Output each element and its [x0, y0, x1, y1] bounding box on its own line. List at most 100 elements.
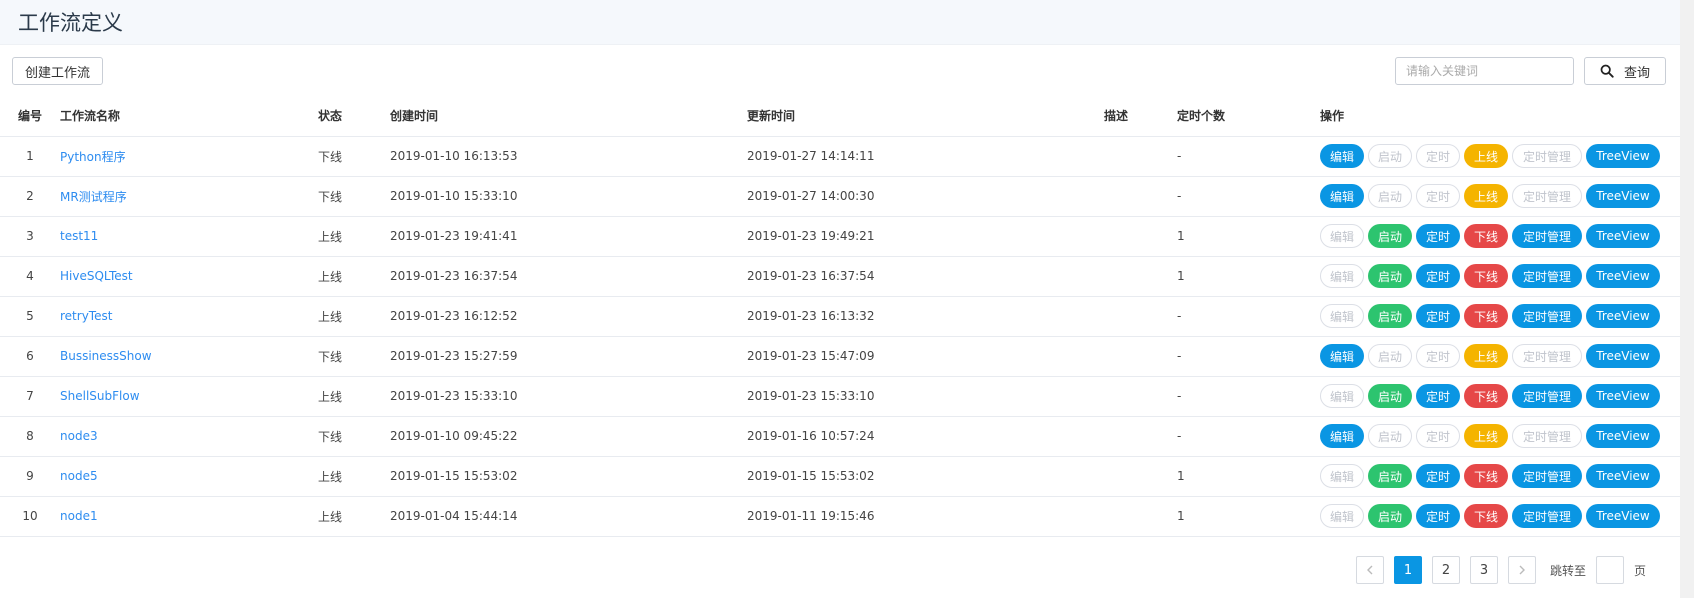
create-workflow-button[interactable]: 创建工作流: [12, 57, 104, 85]
tree-view-button[interactable]: TreeView: [1586, 224, 1660, 248]
cell-status: 上线: [318, 496, 390, 537]
table-row: 1 Python程序 下线 2019-01-10 16:13:53 2019-01-27…: [0, 136, 1680, 177]
timer-manage-button[interactable]: 定时管理: [1512, 184, 1582, 208]
timer-manage-button[interactable]: 定时管理: [1512, 304, 1582, 328]
online-button[interactable]: 上线: [1464, 144, 1508, 168]
timer-button[interactable]: 定时: [1416, 304, 1460, 328]
page-button-2[interactable]: 2: [1431, 556, 1460, 584]
column-header-id: 编号: [0, 96, 60, 137]
start-button[interactable]: 启动: [1368, 384, 1412, 408]
cell-created: 2019-01-04 15:44:14: [390, 496, 747, 537]
workflow-name-link[interactable]: retryTest: [60, 309, 112, 323]
offline-button[interactable]: 下线: [1464, 504, 1508, 528]
offline-button[interactable]: 下线: [1464, 384, 1508, 408]
edit-button[interactable]: 编辑: [1320, 344, 1364, 368]
cell-operations: 编辑 启动 定时 上线 定时管理 TreeView: [1320, 136, 1680, 177]
tree-view-button[interactable]: TreeView: [1586, 464, 1660, 488]
timer-button[interactable]: 定时: [1416, 184, 1460, 208]
start-button[interactable]: 启动: [1368, 304, 1412, 328]
cell-id: 7: [0, 376, 60, 417]
cell-created: 2019-01-23 15:33:10: [390, 376, 747, 417]
timer-manage-button[interactable]: 定时管理: [1512, 144, 1582, 168]
page-button-1[interactable]: 1: [1393, 556, 1422, 584]
start-button[interactable]: 启动: [1368, 344, 1412, 368]
jump-page-input[interactable]: [1595, 556, 1624, 584]
edit-button[interactable]: 编辑: [1320, 184, 1364, 208]
offline-button[interactable]: 下线: [1464, 304, 1508, 328]
start-button[interactable]: 启动: [1368, 464, 1412, 488]
timer-button[interactable]: 定时: [1416, 384, 1460, 408]
timer-manage-button[interactable]: 定时管理: [1512, 264, 1582, 288]
online-button[interactable]: 上线: [1464, 344, 1508, 368]
tree-view-button[interactable]: TreeView: [1586, 304, 1660, 328]
timer-button[interactable]: 定时: [1416, 344, 1460, 368]
workflow-name-link[interactable]: test11: [60, 229, 98, 243]
timer-button[interactable]: 定时: [1416, 464, 1460, 488]
tree-view-button[interactable]: TreeView: [1586, 344, 1660, 368]
edit-button[interactable]: 编辑: [1320, 144, 1364, 168]
workflow-name-link[interactable]: Python程序: [60, 150, 126, 164]
start-button[interactable]: 启动: [1368, 264, 1412, 288]
page-button-3[interactable]: 3: [1469, 556, 1498, 584]
edit-button[interactable]: 编辑: [1320, 464, 1364, 488]
workflow-name-link[interactable]: node5: [60, 469, 98, 483]
cell-status: 上线: [318, 296, 390, 337]
timer-manage-button[interactable]: 定时管理: [1512, 464, 1582, 488]
timer-manage-button[interactable]: 定时管理: [1512, 344, 1582, 368]
timer-manage-button[interactable]: 定时管理: [1512, 424, 1582, 448]
workflow-name-link[interactable]: ShellSubFlow: [60, 389, 140, 403]
start-button[interactable]: 启动: [1368, 224, 1412, 248]
tree-view-button[interactable]: TreeView: [1586, 184, 1660, 208]
edit-button[interactable]: 编辑: [1320, 384, 1364, 408]
start-button[interactable]: 启动: [1368, 504, 1412, 528]
workflow-name-link[interactable]: BussinessShow: [60, 349, 152, 363]
tree-view-button[interactable]: TreeView: [1586, 264, 1660, 288]
timer-manage-button[interactable]: 定时管理: [1512, 504, 1582, 528]
prev-page-button[interactable]: [1355, 556, 1384, 584]
workflow-definition-page: 工作流定义 创建工作流 查询 编号 工作流名称 状态 创建时间 更新时间 描述 …: [0, 0, 1680, 598]
cell-name: ShellSubFlow: [60, 376, 318, 417]
start-button[interactable]: 启动: [1368, 144, 1412, 168]
edit-button[interactable]: 编辑: [1320, 424, 1364, 448]
offline-button[interactable]: 下线: [1464, 224, 1508, 248]
edit-button[interactable]: 编辑: [1320, 224, 1364, 248]
cell-created: 2019-01-10 16:13:53: [390, 136, 747, 177]
timer-button[interactable]: 定时: [1416, 264, 1460, 288]
cell-id: 1: [0, 136, 60, 177]
timer-button[interactable]: 定时: [1416, 424, 1460, 448]
timer-button[interactable]: 定时: [1416, 504, 1460, 528]
online-button[interactable]: 上线: [1464, 184, 1508, 208]
cell-operations: 编辑 启动 定时 下线 定时管理 TreeView: [1320, 496, 1680, 537]
cell-timer-count: -: [1177, 176, 1320, 217]
timer-manage-button[interactable]: 定时管理: [1512, 384, 1582, 408]
scrollbar[interactable]: [1680, 0, 1694, 598]
cell-id: 6: [0, 336, 60, 377]
next-page-button[interactable]: [1507, 556, 1536, 584]
tree-view-button[interactable]: TreeView: [1586, 424, 1660, 448]
timer-button[interactable]: 定时: [1416, 224, 1460, 248]
cell-description: [1104, 416, 1177, 457]
start-button[interactable]: 启动: [1368, 184, 1412, 208]
tree-view-button[interactable]: TreeView: [1586, 504, 1660, 528]
search-input[interactable]: [1406, 64, 1563, 78]
online-button[interactable]: 上线: [1464, 424, 1508, 448]
query-button[interactable]: 查询: [1584, 57, 1666, 85]
column-header-status: 状态: [318, 96, 390, 137]
edit-button[interactable]: 编辑: [1320, 304, 1364, 328]
start-button[interactable]: 启动: [1368, 424, 1412, 448]
edit-button[interactable]: 编辑: [1320, 504, 1364, 528]
table-row: 2 MR测试程序 下线 2019-01-10 15:33:10 2019-01-27 1…: [0, 176, 1680, 217]
timer-manage-button[interactable]: 定时管理: [1512, 224, 1582, 248]
offline-button[interactable]: 下线: [1464, 264, 1508, 288]
tree-view-button[interactable]: TreeView: [1586, 384, 1660, 408]
offline-button[interactable]: 下线: [1464, 464, 1508, 488]
workflow-name-link[interactable]: HiveSQLTest: [60, 269, 133, 283]
operations-group: 编辑 启动 定时 下线 定时管理 TreeView: [1320, 224, 1680, 248]
timer-button[interactable]: 定时: [1416, 144, 1460, 168]
workflow-name-link[interactable]: node1: [60, 509, 98, 523]
table-row: 7 ShellSubFlow 上线 2019-01-23 15:33:10 2019-0…: [0, 376, 1680, 417]
edit-button[interactable]: 编辑: [1320, 264, 1364, 288]
workflow-name-link[interactable]: node3: [60, 429, 98, 443]
tree-view-button[interactable]: TreeView: [1586, 144, 1660, 168]
workflow-name-link[interactable]: MR测试程序: [60, 190, 127, 204]
